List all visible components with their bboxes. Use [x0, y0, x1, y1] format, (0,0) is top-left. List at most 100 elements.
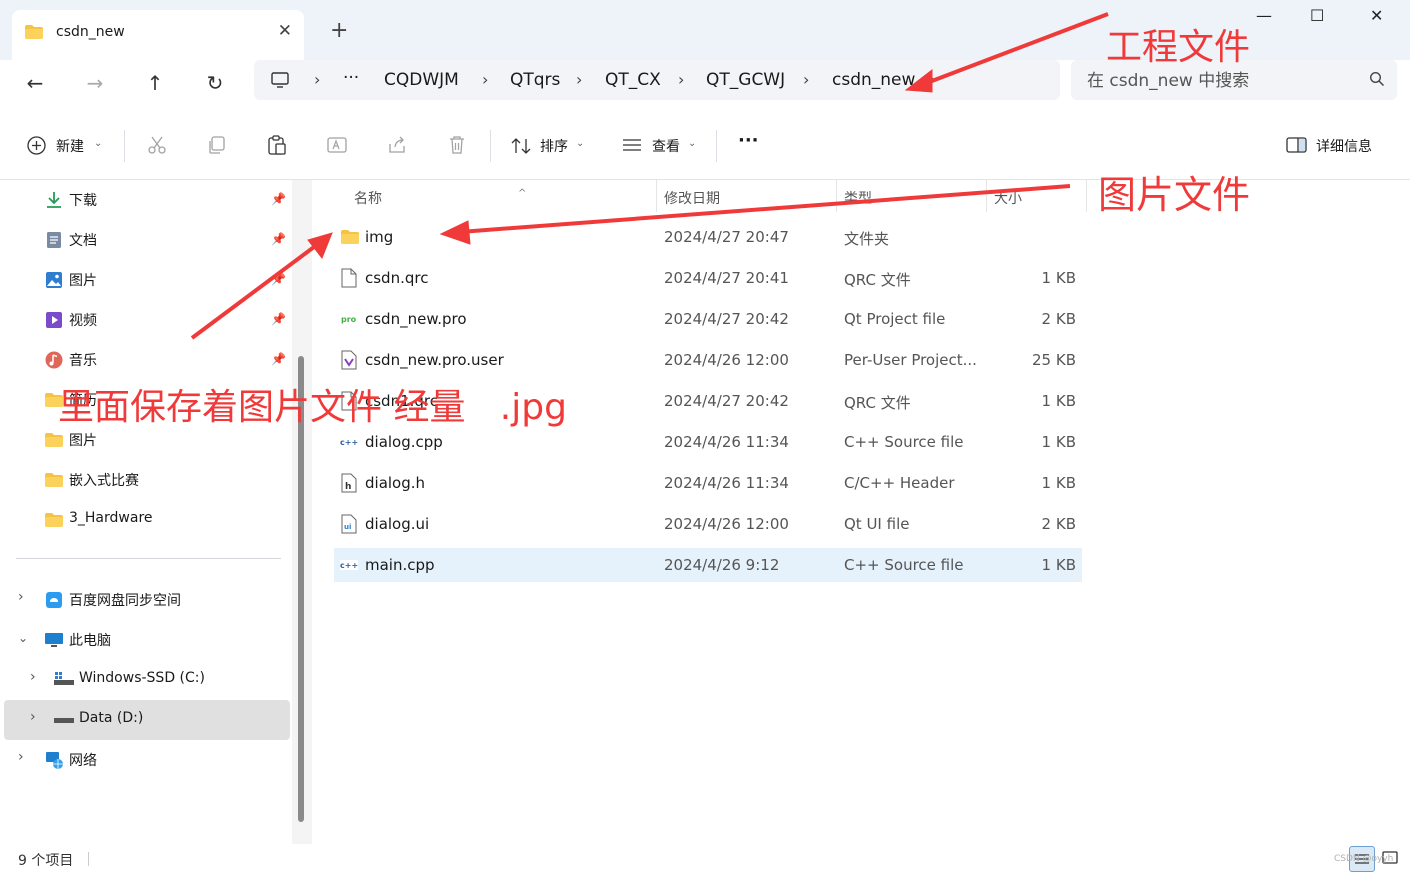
chevron-right-icon[interactable]: › [30, 669, 36, 685]
copy-icon[interactable] [206, 134, 228, 156]
navigation-pane: 下载 📌 文档 📌 图片 📌 视频 📌 音乐 📌 简历 图片 嵌入式比赛 3_H… [0, 180, 292, 844]
file-icon [341, 268, 357, 288]
breadcrumb-qt-cx[interactable]: QT_CX [605, 70, 661, 90]
sidebar-item-baidu-netdisk[interactable]: › 百度网盘同步空间 [4, 580, 290, 620]
sort-button[interactable]: 排序 ⌄ [510, 134, 590, 158]
search-input[interactable] [1087, 69, 1357, 93]
file-size: 2 KB [1041, 515, 1076, 533]
new-tab-button[interactable]: + [330, 18, 348, 44]
breadcrumb-cqdwjm[interactable]: CQDWJM [384, 70, 459, 90]
file-name: dialog.h [365, 474, 426, 492]
file-name: csdn_new.pro [365, 310, 467, 328]
maximize-button[interactable]: ☐ [1310, 6, 1324, 25]
chevron-right-icon[interactable]: › [30, 709, 36, 725]
sidebar-item-drive-c[interactable]: › Windows-SSD (C:) [4, 660, 290, 700]
breadcrumb-separator: › [314, 70, 321, 89]
sidebar-item-documents[interactable]: 文档 📌 [4, 220, 290, 260]
folder-icon [45, 513, 63, 527]
file-date: 2024/4/27 20:42 [664, 392, 789, 410]
file-row-dialog-ui[interactable]: ui dialog.ui 2024/4/26 12:00 Qt UI file … [334, 507, 1082, 541]
breadcrumb-separator: › [803, 70, 810, 89]
tab-csdn-new[interactable]: csdn_new ✕ [12, 10, 304, 60]
file-type: 文件夹 [844, 230, 890, 248]
address-bar[interactable]: › ··· CQDWJM › QTqrs › QT_CX › QT_GCWJ ›… [254, 60, 1060, 100]
minimize-button[interactable]: — [1256, 6, 1272, 25]
share-icon[interactable] [386, 134, 408, 156]
sidebar-item-label: 文档 [69, 233, 97, 249]
paste-icon[interactable] [266, 134, 288, 156]
folder-icon [45, 473, 63, 487]
tab-close-button[interactable]: ✕ [278, 21, 292, 41]
cpp-icon: c++ [340, 560, 358, 570]
column-header-modified[interactable]: 修改日期 [656, 180, 836, 212]
sidebar-item-3-hardware[interactable]: 3_Hardware [4, 500, 290, 540]
chevron-down-icon[interactable]: ⌄ [18, 631, 28, 645]
document-icon [47, 232, 61, 248]
breadcrumb-separator: › [930, 70, 937, 89]
new-button[interactable]: 新建 ⌄ [26, 134, 106, 158]
sort-ascending-icon: ^ [518, 188, 527, 199]
sidebar-item-downloads[interactable]: 下载 📌 [4, 180, 290, 220]
sidebar-item-embedded-contest[interactable]: 嵌入式比赛 [4, 460, 290, 500]
annotation-note: 里面保存着图片文件 经量 .jpg [58, 387, 567, 428]
sidebar-item-pictures[interactable]: 图片 📌 [4, 260, 290, 300]
sidebar-item-network[interactable]: › 网络 [4, 740, 290, 780]
sidebar-item-label: 网络 [69, 753, 97, 769]
folder-icon [25, 25, 43, 39]
breadcrumb-more[interactable]: ··· [343, 68, 359, 88]
svg-text:c++: c++ [340, 561, 358, 570]
cut-icon[interactable] [146, 134, 168, 156]
column-label: 名称 [354, 191, 382, 207]
column-header-size[interactable]: 大小 [986, 180, 1086, 212]
svg-text:c++: c++ [340, 438, 358, 447]
column-divider[interactable] [1086, 180, 1087, 212]
file-row-dialog-h[interactable]: h dialog.h 2024/4/26 11:34 C/C++ Header … [334, 466, 1082, 500]
computer-icon [45, 633, 63, 647]
breadcrumb-qt-gcwj[interactable]: QT_GCWJ [706, 70, 785, 90]
file-row-csdn-new-pro[interactable]: pro csdn_new.pro 2024/4/27 20:42 Qt Proj… [334, 302, 1082, 336]
forward-button[interactable]: → [77, 68, 113, 98]
sidebar-item-this-pc[interactable]: ⌄ 此电脑 [4, 620, 290, 660]
svg-text:ui: ui [344, 523, 351, 531]
file-row-dialog-cpp[interactable]: c++ dialog.cpp 2024/4/26 11:34 C++ Sourc… [334, 425, 1082, 459]
file-row-img[interactable]: img 2024/4/27 20:47 文件夹 [334, 220, 1082, 254]
close-window-button[interactable]: ✕ [1370, 6, 1383, 25]
sidebar-item-music[interactable]: 音乐 📌 [4, 340, 290, 380]
chevron-right-icon[interactable]: › [18, 749, 24, 765]
folder-icon [45, 433, 63, 447]
details-label: 详细信息 [1316, 139, 1372, 155]
refresh-button[interactable]: ↻ [197, 68, 233, 98]
more-options-button[interactable]: ··· [738, 130, 759, 154]
file-size: 1 KB [1041, 433, 1076, 451]
qt-pro-icon: pro [340, 314, 358, 324]
toolbar-divider [124, 130, 125, 162]
tab-title: csdn_new [56, 24, 125, 40]
sidebar-item-videos[interactable]: 视频 📌 [4, 300, 290, 340]
file-date: 2024/4/27 20:47 [664, 228, 789, 246]
sidebar-item-drive-d[interactable]: › Data (D:) [4, 700, 290, 740]
file-row-main-cpp[interactable]: c++ main.cpp 2024/4/26 9:12 C++ Source f… [334, 548, 1082, 582]
sidebar-item-label: 视频 [69, 313, 97, 329]
details-pane-button[interactable]: 详细信息 [1286, 134, 1386, 158]
file-size: 2 KB [1041, 310, 1076, 328]
file-type: Qt UI file [844, 515, 910, 533]
file-row-csdn-new-pro-user[interactable]: csdn_new.pro.user 2024/4/26 12:00 Per-Us… [334, 343, 1082, 377]
pin-icon: 📌 [271, 192, 286, 206]
file-name: dialog.ui [365, 515, 430, 533]
back-button[interactable]: ← [17, 68, 53, 98]
up-button[interactable]: ↑ [137, 68, 173, 98]
delete-icon[interactable] [446, 134, 468, 156]
file-row-csdn-qrc[interactable]: csdn.qrc 2024/4/27 20:41 QRC 文件 1 KB [334, 261, 1082, 295]
column-header-name[interactable]: 名称 ^ [334, 180, 656, 212]
view-button[interactable]: 查看 ⌄ [622, 134, 702, 158]
sidebar-item-label: 嵌入式比赛 [69, 473, 139, 489]
chevron-right-icon[interactable]: › [18, 589, 24, 605]
column-header-type[interactable]: 类型 [836, 180, 986, 212]
breadcrumb-csdn-new[interactable]: csdn_new [832, 70, 915, 90]
file-type: QRC 文件 [844, 394, 911, 412]
rename-icon[interactable] [326, 134, 348, 156]
breadcrumb-qtqrs[interactable]: QTqrs [510, 70, 560, 90]
sort-label: 排序 [540, 139, 568, 155]
file-explorer-window: csdn_new ✕ + — ☐ ✕ ← → ↑ ↻ › ··· CQDWJM … [0, 0, 1410, 874]
file-name: csdn_new.pro.user [365, 351, 504, 369]
